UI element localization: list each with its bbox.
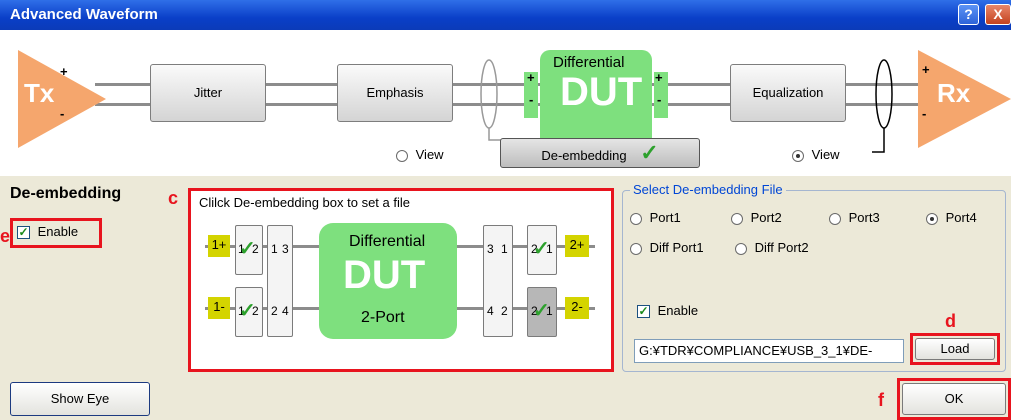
- dut-left-port-box: 1 3 2 4: [267, 225, 293, 337]
- deembedding-diagram[interactable]: Clilck De-embedding box to set a file 1+…: [188, 188, 614, 372]
- enable-checkbox[interactable]: ✓: [17, 226, 30, 240]
- diff-port1-radio[interactable]: [630, 242, 642, 255]
- port3-label: Port3: [848, 210, 880, 225]
- diff-port1-option[interactable]: Diff Port1: [630, 240, 704, 255]
- view-right-radio[interactable]: [792, 149, 804, 162]
- emphasis-block[interactable]: Emphasis: [337, 64, 453, 122]
- file-enable-option[interactable]: ✓ Enable: [637, 303, 699, 319]
- diff-port2-option[interactable]: Diff Port2: [735, 240, 809, 255]
- probe-right-icon: [872, 59, 893, 153]
- file-path-field[interactable]: G:¥TDR¥COMPLIANCE¥USB_3_1¥DE-: [634, 339, 904, 363]
- deembedding-section-title: De-embedding: [10, 185, 122, 202]
- port2-radio[interactable]: [731, 212, 743, 225]
- enable-option[interactable]: ✓ Enable: [17, 224, 79, 240]
- sparam-box-in-bottom[interactable]: 1 2 ✓: [235, 287, 263, 337]
- diagram-dut-label: DUT: [343, 253, 426, 297]
- show-eye-button[interactable]: Show Eye: [10, 382, 150, 416]
- port4-label: Port4: [945, 210, 977, 225]
- view-left-radio[interactable]: [396, 149, 408, 162]
- de-embedding-button-label: De-embedding: [541, 148, 627, 163]
- file-enable-checkbox[interactable]: ✓: [637, 305, 650, 319]
- dut-label: DUT: [560, 70, 643, 114]
- file-path-value: G:¥TDR¥COMPLIANCE¥USB_3_1¥DE-: [639, 343, 873, 358]
- rx-plus: +: [922, 62, 930, 77]
- rx-label: Rx: [937, 78, 971, 108]
- port-pad-out-top: 2+: [565, 235, 589, 257]
- dut-plus-right: +: [655, 70, 663, 85]
- check-icon: ✓: [239, 238, 256, 260]
- dut-title: Differential: [553, 54, 625, 71]
- de-embedding-button[interactable]: De-embedding ✓: [500, 138, 700, 168]
- sparam-box-in-top[interactable]: 1 2 ✓: [235, 225, 263, 275]
- view-right-label: View: [811, 147, 840, 162]
- check-icon: ✓: [533, 300, 550, 322]
- port1-option[interactable]: Port1: [630, 210, 681, 225]
- file-enable-label: Enable: [657, 303, 699, 318]
- equalization-block[interactable]: Equalization: [730, 64, 846, 122]
- port-pad-out-bottom: 2-: [565, 297, 589, 319]
- help-button[interactable]: ?: [958, 4, 979, 25]
- sparam-box-out-bottom[interactable]: 2 1 ✓: [527, 287, 557, 337]
- port1-radio[interactable]: [630, 212, 642, 225]
- select-file-legend: Select De-embedding File: [630, 182, 786, 197]
- port1-label: Port1: [649, 210, 681, 225]
- ok-button[interactable]: OK: [902, 383, 1006, 415]
- annotation-f: f: [878, 390, 884, 410]
- port4-option[interactable]: Port4: [926, 210, 977, 225]
- check-icon: ✓: [239, 300, 256, 322]
- port4-radio[interactable]: [926, 212, 938, 225]
- jitter-block[interactable]: Jitter: [150, 64, 266, 122]
- tx-minus: -: [60, 106, 65, 121]
- check-icon: ✓: [533, 238, 550, 260]
- annotation-e: e: [0, 226, 11, 246]
- port3-option[interactable]: Port3: [829, 210, 880, 225]
- diff-port1-label: Diff Port1: [649, 240, 704, 255]
- sparam-box-out-top[interactable]: 2 1 ✓: [527, 225, 557, 275]
- checkmark-icon: ✓: [640, 140, 659, 165]
- window-title: Advanced Waveform: [10, 6, 158, 23]
- dut-minus-right: -: [657, 92, 662, 107]
- dut-minus-left: -: [529, 92, 534, 107]
- diff-port2-radio[interactable]: [735, 242, 747, 255]
- close-button[interactable]: X: [985, 4, 1011, 25]
- enable-label: Enable: [37, 224, 79, 239]
- view-right-option[interactable]: View: [792, 147, 840, 162]
- signal-pipeline: Tx + - Rx + - Jitter Emphasis Differenti…: [0, 30, 1011, 176]
- load-button[interactable]: Load: [915, 338, 995, 360]
- tx-label: Tx: [24, 78, 55, 108]
- port-pad-in-bottom: 1-: [208, 297, 230, 319]
- view-left-option[interactable]: View: [396, 147, 444, 162]
- diagram-dut-sub: 2-Port: [361, 309, 405, 326]
- diff-port2-label: Diff Port2: [754, 240, 809, 255]
- port2-label: Port2: [750, 210, 782, 225]
- annotation-d: d: [945, 311, 956, 331]
- port3-radio[interactable]: [829, 212, 841, 225]
- dut-right-port-box: 3 1 4 2: [483, 225, 513, 337]
- annotation-c: c: [168, 188, 179, 208]
- port-pad-in-top: 1+: [208, 235, 230, 257]
- view-left-label: View: [415, 147, 444, 162]
- dut-plus-left: +: [527, 70, 535, 85]
- diagram-dut-title: Differential: [349, 233, 426, 250]
- title-bar: Advanced Waveform ? X: [0, 0, 1011, 30]
- diagram-hint: Clilck De-embedding box to set a file: [199, 195, 410, 210]
- tx-plus: +: [60, 64, 68, 79]
- port2-option[interactable]: Port2: [731, 210, 782, 225]
- rx-minus: -: [922, 106, 927, 121]
